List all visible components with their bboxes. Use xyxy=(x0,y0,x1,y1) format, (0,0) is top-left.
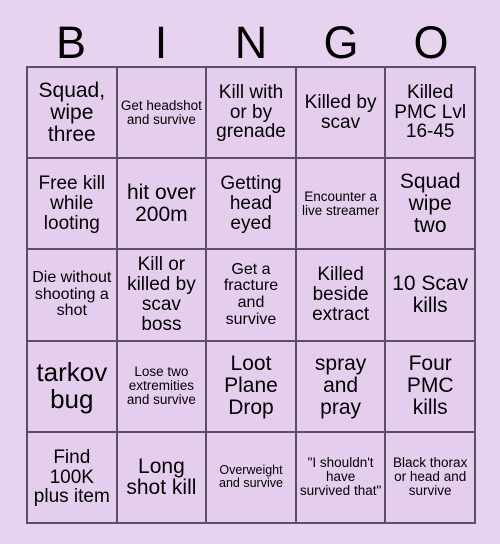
bingo-cell-label: hit over 200m xyxy=(126,180,196,226)
bingo-cell-r3c5[interactable]: 10 Scav kills xyxy=(386,250,476,342)
bingo-cell-label: Find 100K plus item xyxy=(33,446,110,508)
bingo-cell-label: Lose two extremities and survive xyxy=(126,364,196,408)
bingo-cell-r1c4[interactable]: Killed by scav xyxy=(296,68,387,160)
bingo-cell-label: Kill with or by grenade xyxy=(216,81,286,143)
bingo-cell-r4c5[interactable]: Four PMC kills xyxy=(386,341,476,433)
bingo-cell-r1c5[interactable]: Killed PMC Lvl 16-45 xyxy=(386,68,476,160)
header-letter-b: B xyxy=(55,17,86,68)
header-letter-i: I xyxy=(154,17,168,68)
bingo-cell-label: Kill or killed by scav boss xyxy=(127,254,196,335)
bingo-cell-label: 10 Scav kills xyxy=(392,272,469,317)
bingo-cell-label: tarkov bug xyxy=(36,357,108,415)
bingo-cell-r2c5[interactable]: Squad wipe two xyxy=(386,159,476,251)
bingo-cell-label: Killed beside extract xyxy=(312,264,370,325)
bingo-cell-label: Squad wipe two xyxy=(399,170,461,237)
bingo-header: B I N G O xyxy=(26,14,476,66)
bingo-cell-label: Loot Plane Drop xyxy=(224,352,278,420)
bingo-cell-label: Get a fracture and survive xyxy=(223,260,279,328)
bingo-cell-label: Getting head eyed xyxy=(220,173,282,234)
bingo-cell-label: "I shouldn't have survived that" xyxy=(299,455,382,499)
bingo-cell-r2c2[interactable]: hit over 200m xyxy=(117,159,208,251)
bingo-cell-label: Overweight and survive xyxy=(219,463,283,491)
bingo-cell-label: Encounter a live streamer xyxy=(301,188,380,218)
bingo-cell-r2c1[interactable]: Free kill while looting xyxy=(28,159,118,251)
bingo-cell-r5c5[interactable]: Black thorax or head and survive xyxy=(386,432,476,524)
bingo-cell-r4c2[interactable]: Lose two extremities and survive xyxy=(117,341,208,433)
bingo-cell-r3c4[interactable]: Killed beside extract xyxy=(296,250,387,342)
bingo-cell-label: Black thorax or head and survive xyxy=(393,455,468,499)
bingo-cell-label: Long shot kill xyxy=(126,454,197,500)
bingo-cell-label: Get headshot and survive xyxy=(120,97,202,127)
bingo-cell-r5c1[interactable]: Find 100K plus item xyxy=(28,432,118,524)
bingo-cell-label: Killed PMC Lvl 16-45 xyxy=(394,81,467,143)
bingo-grid: Squad, wipe three Get headshot and surviv… xyxy=(26,66,476,524)
bingo-cell-label: Four PMC kills xyxy=(406,352,454,420)
bingo-cell-r1c2[interactable]: Get headshot and survive xyxy=(117,68,208,160)
bingo-cell-r5c2[interactable]: Long shot kill xyxy=(117,432,208,524)
bingo-cell-label: Squad, wipe three xyxy=(38,78,106,146)
bingo-cell-label: Killed by scav xyxy=(304,91,377,133)
header-letter-g: G xyxy=(323,17,359,68)
bingo-cell-r5c3[interactable]: Overweight and survive xyxy=(207,432,297,524)
bingo-cell-r3c1[interactable]: Die without shooting a shot xyxy=(28,250,118,342)
bingo-cell-r5c4[interactable]: "I shouldn't have survived that" xyxy=(296,432,387,524)
bingo-cell-r1c1[interactable]: Squad, wipe three xyxy=(28,68,118,160)
bingo-cell-r2c4[interactable]: Encounter a live streamer xyxy=(296,159,387,251)
bingo-cell-r4c1[interactable]: tarkov bug xyxy=(28,341,118,433)
bingo-cell-r4c3[interactable]: Loot Plane Drop xyxy=(207,341,297,433)
bingo-cell-r3c2[interactable]: Kill or killed by scav boss xyxy=(117,250,208,342)
bingo-cell-label: Free kill while looting xyxy=(38,173,106,234)
bingo-cell-label: spray and pray xyxy=(314,352,367,420)
bingo-cell-r2c3[interactable]: Getting head eyed xyxy=(207,159,297,251)
header-letter-n: N xyxy=(234,17,268,68)
bingo-cell-r3c3[interactable]: Get a fracture and survive xyxy=(207,250,297,342)
bingo-cell-label: Die without shooting a shot xyxy=(32,269,112,320)
bingo-cell-r1c3[interactable]: Kill with or by grenade xyxy=(207,68,297,160)
bingo-cell-r4c4[interactable]: spray and pray xyxy=(296,341,387,433)
bingo-card: B I N G O Squad, wipe three Get headshot … xyxy=(0,0,500,544)
header-letter-o: O xyxy=(413,17,449,68)
